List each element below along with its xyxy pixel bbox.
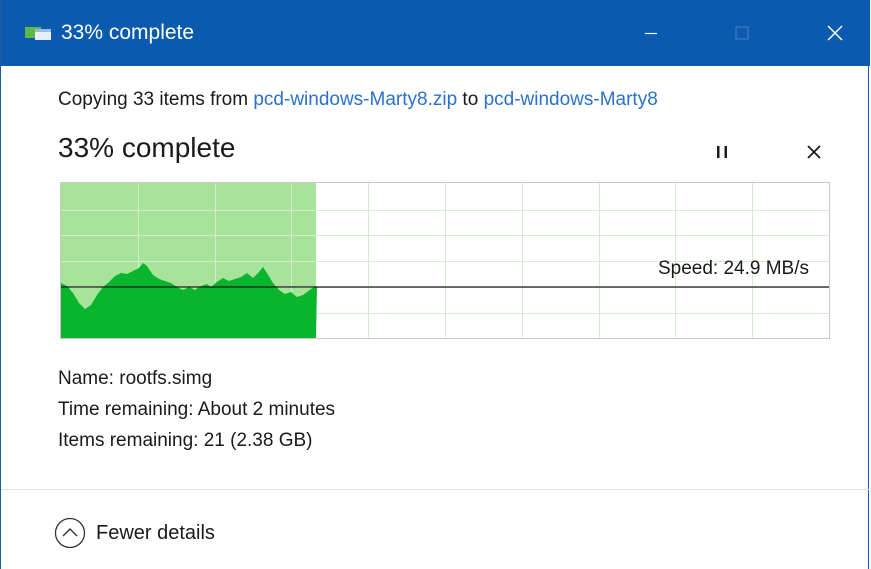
footer-divider [1,489,870,490]
title-bar[interactable]: 33% complete [1,0,870,66]
cancel-button[interactable] [799,138,829,166]
pause-icon [717,146,727,158]
minimize-icon [645,32,657,35]
copy-middle: to [457,89,484,110]
speed-label: Speed: 24.9 MB/s [657,258,809,279]
close-icon [827,25,843,41]
transfer-speed-graph: Speed: 24.9 MB/s [60,182,830,339]
fewer-details-label: Fewer details [96,521,215,544]
file-name: Name: rootfs.simg [58,368,213,389]
copy-progress-dialog: 33% complete Copying 33 items from pcd-w… [0,0,870,569]
close-button[interactable] [805,0,865,66]
chevron-up-circle-icon [54,517,86,549]
copy-files-icon [25,27,51,40]
pause-button[interactable] [707,140,737,164]
maximize-button[interactable] [712,0,772,66]
maximize-icon [735,26,749,40]
destination-link[interactable]: pcd-windows-Marty8 [484,89,658,110]
items-remaining: Items remaining: 21 (2.38 GB) [58,430,313,451]
window-title: 33% complete [61,21,195,44]
source-link[interactable]: pcd-windows-Marty8.zip [253,89,457,110]
copy-description: Copying 33 items from pcd-windows-Marty8… [58,89,658,111]
copy-prefix: Copying 33 items from [58,89,254,110]
progress-headline: 33% complete [58,132,236,163]
time-remaining: Time remaining: About 2 minutes [58,399,336,420]
cancel-icon [807,145,821,159]
minimize-button[interactable] [621,0,681,66]
fewer-details-toggle[interactable]: Fewer details [54,516,215,550]
